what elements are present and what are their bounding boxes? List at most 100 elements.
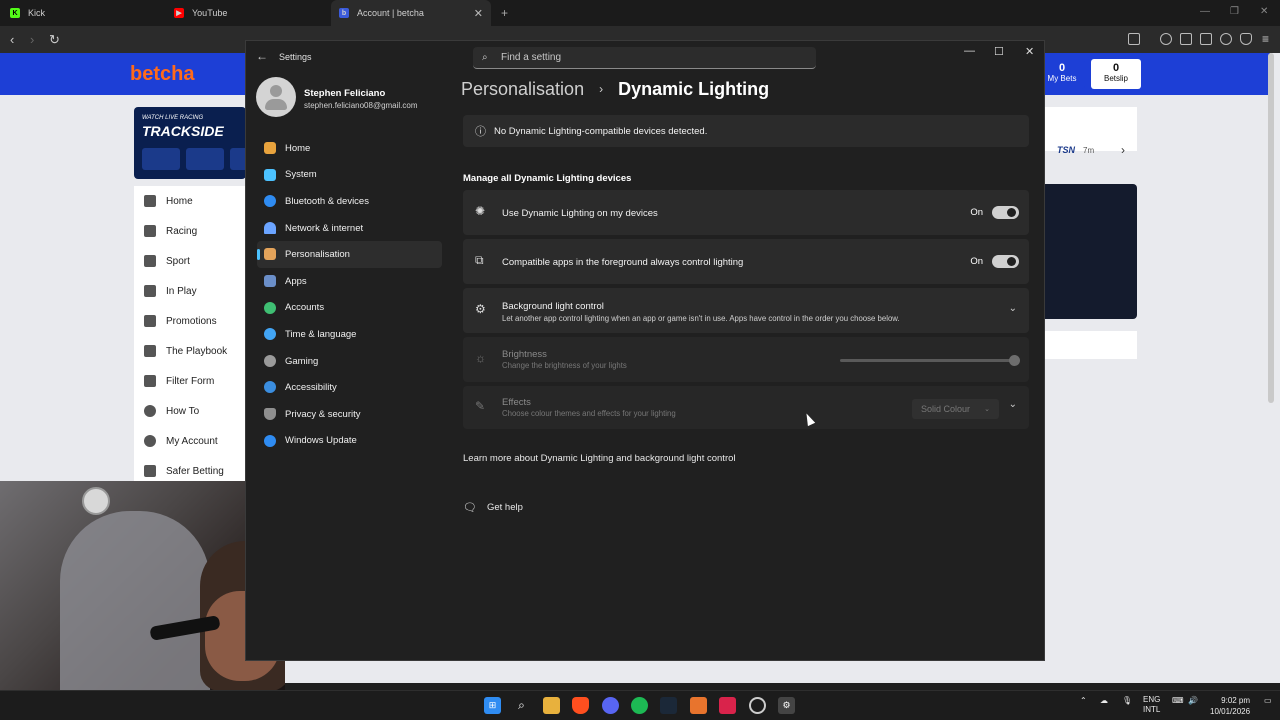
nav-how-to[interactable]: How To <box>134 396 246 426</box>
nav-time-language[interactable]: Time & language <box>257 321 442 348</box>
nav-accessibility[interactable]: Accessibility <box>257 374 442 401</box>
clock-time: 9:02 pm <box>1221 696 1251 705</box>
nav-apps[interactable]: Apps <box>257 268 442 295</box>
vpn-icon[interactable] <box>1240 33 1252 45</box>
tab-youtube[interactable]: ▶ YouTube <box>174 0 329 26</box>
nav-personalisation[interactable]: Personalisation <box>257 241 442 268</box>
notifications-icon[interactable]: ▭ <box>1264 696 1272 705</box>
nav-label: Network & internet <box>285 222 364 234</box>
nav-in-play[interactable]: In Play <box>134 276 246 306</box>
nav-racing[interactable]: Racing <box>134 216 246 246</box>
nav-label: System <box>285 169 317 181</box>
wallet-icon[interactable] <box>1200 33 1212 45</box>
slider-thumb[interactable] <box>1009 355 1020 366</box>
start-icon[interactable]: ⊞ <box>484 697 501 714</box>
channel-logo <box>142 148 180 170</box>
volume-icon[interactable]: 🔊 <box>1188 696 1198 705</box>
get-help-link[interactable]: 🗨 Get help <box>463 501 523 514</box>
nav-home[interactable]: Home <box>257 135 442 162</box>
nav-my-account[interactable]: My Account <box>134 426 246 456</box>
channel-logo <box>230 148 246 170</box>
leo-icon[interactable] <box>1220 33 1232 45</box>
maximize-icon[interactable]: ❐ <box>1230 6 1239 17</box>
user-email: stephen.feliciano08@gmail.com <box>304 101 418 110</box>
controller-icon <box>264 354 276 367</box>
live-icon <box>144 285 156 297</box>
compatible-apps-row[interactable]: ⧉ Compatible apps in the foreground alwa… <box>463 239 1029 284</box>
valorant-icon[interactable] <box>719 697 736 714</box>
nav-label: Accessibility <box>285 382 337 394</box>
close-icon[interactable]: ✕ <box>1025 45 1034 58</box>
nav-bluetooth[interactable]: Bluetooth & devices <box>257 188 442 215</box>
close-icon[interactable]: ✕ <box>1260 6 1268 17</box>
menu-icon[interactable]: ≡ <box>1262 32 1269 46</box>
app-icon[interactable] <box>749 697 766 714</box>
use-dynamic-lighting-toggle[interactable] <box>992 206 1019 219</box>
file-explorer-icon[interactable] <box>543 697 560 714</box>
media-icon[interactable] <box>1160 33 1172 45</box>
nav-home[interactable]: Home <box>134 186 246 216</box>
brave-icon[interactable] <box>572 697 589 714</box>
nav-accounts[interactable]: Accounts <box>257 295 442 322</box>
minimize-icon[interactable]: — <box>964 45 975 57</box>
network-icon[interactable]: ⌨ <box>1172 696 1184 705</box>
steam-icon[interactable] <box>660 697 677 714</box>
nav-system[interactable]: System <box>257 162 442 189</box>
page-scrollbar[interactable] <box>1268 53 1274 403</box>
discord-icon[interactable] <box>602 697 619 714</box>
breadcrumb-parent[interactable]: Personalisation <box>461 79 584 99</box>
back-icon[interactable]: ‹ <box>10 32 14 47</box>
effects-dropdown[interactable]: Solid Colour ⌄ <box>912 399 999 419</box>
chevron-right-icon[interactable]: › <box>1121 143 1125 157</box>
settings-search-input[interactable]: ⌕ Find a setting <box>473 47 816 69</box>
brightness-slider[interactable] <box>840 355 1020 366</box>
nav-filter-form[interactable]: Filter Form <box>134 366 246 396</box>
screenshot-icon[interactable] <box>1128 33 1140 45</box>
chevron-up-icon[interactable]: ⌃ <box>1080 696 1087 705</box>
nav-network[interactable]: Network & internet <box>257 215 442 242</box>
row-description: Change the brightness of your lights <box>502 361 627 370</box>
close-tab-icon[interactable]: ✕ <box>474 7 483 20</box>
gear-icon: ⚙ <box>475 302 486 316</box>
use-dynamic-lighting-row[interactable]: ✺ Use Dynamic Lighting on my devices On <box>463 190 1029 235</box>
betslip-button[interactable]: 0 Betslip <box>1091 59 1141 89</box>
sidebar-icon[interactable] <box>1180 33 1192 45</box>
background-light-control-row[interactable]: ⚙ Background light control Let another a… <box>463 288 1029 333</box>
nav-label: Safer Betting <box>166 465 224 477</box>
launcher-icon[interactable] <box>690 697 707 714</box>
search-icon[interactable]: ⌕ <box>513 697 530 714</box>
onedrive-icon[interactable]: ☁ <box>1100 696 1108 705</box>
nav-label: Home <box>166 195 193 207</box>
reload-icon[interactable]: ↻ <box>49 32 60 48</box>
promo-card[interactable] <box>1045 184 1137 319</box>
minimize-icon[interactable]: — <box>1200 6 1210 17</box>
chevron-down-icon[interactable]: ⌄ <box>1009 399 1017 410</box>
spotify-icon[interactable] <box>631 697 648 714</box>
betcha-logo[interactable]: betcha <box>130 63 194 86</box>
tab-kick[interactable]: K Kick <box>10 0 170 26</box>
trackside-banner[interactable]: WATCH LIVE RACING TRACKSIDE <box>134 107 246 179</box>
section-heading: Manage all Dynamic Lighting devices <box>463 173 632 184</box>
nav-privacy[interactable]: Privacy & security <box>257 401 442 428</box>
maximize-icon[interactable]: ☐ <box>994 45 1004 58</box>
taskbar-clock[interactable]: 9:02 pm 10/01/2026 <box>1210 695 1250 717</box>
no-devices-notice: ⓘ No Dynamic Lighting-compatible devices… <box>463 115 1029 147</box>
mic-icon[interactable]: 🎙 <box>1122 696 1132 705</box>
compatible-apps-toggle[interactable] <box>992 255 1019 268</box>
learn-more-link[interactable]: Learn more about Dynamic Lighting and ba… <box>463 453 736 464</box>
nav-label: Sport <box>166 255 190 267</box>
new-tab-button[interactable]: + <box>501 6 508 20</box>
brush-icon <box>264 248 276 261</box>
settings-gear-icon[interactable]: ⚙ <box>778 697 795 714</box>
back-arrow-icon[interactable]: ← <box>256 49 268 63</box>
forward-icon[interactable]: › <box>30 32 34 47</box>
tab-betcha[interactable]: b Account | betcha ✕ <box>331 0 491 26</box>
nav-playbook[interactable]: The Playbook <box>134 336 246 366</box>
language-indicator[interactable]: ENG INTL <box>1143 695 1160 715</box>
nav-gaming[interactable]: Gaming <box>257 348 442 375</box>
chevron-down-icon[interactable]: ⌄ <box>1009 303 1017 314</box>
nav-windows-update[interactable]: Windows Update <box>257 428 442 455</box>
nav-sport[interactable]: Sport <box>134 246 246 276</box>
nav-promotions[interactable]: Promotions <box>134 306 246 336</box>
race-card[interactable]: TSN 7m › <box>1045 107 1137 157</box>
